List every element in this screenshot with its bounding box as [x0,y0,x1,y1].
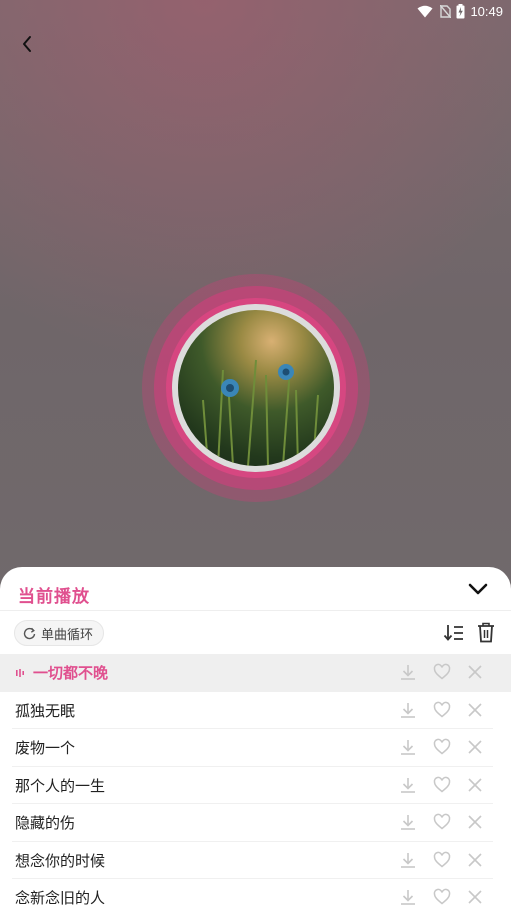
playlist-row[interactable]: 一切都不晚 [0,654,511,692]
no-sim-icon [440,5,451,18]
trash-icon[interactable] [476,622,496,643]
download-icon[interactable] [399,851,417,869]
heart-icon[interactable] [433,813,451,831]
close-icon[interactable] [466,813,484,831]
close-icon[interactable] [466,851,484,869]
download-icon[interactable] [399,888,417,906]
status-bar: 10:49 [0,0,511,24]
playlist-toolbar: 单曲循环 [0,611,511,654]
close-icon[interactable] [466,776,484,794]
album-art [178,310,334,466]
song-title: 想念你的时候 [15,851,106,870]
playlist-row[interactable]: 那个人的一生 [0,767,503,804]
repeat-one-icon [23,627,36,639]
heart-icon[interactable] [433,776,451,794]
close-icon[interactable] [466,888,484,906]
playlist-row[interactable]: 念新念旧的人 [0,879,503,908]
heart-icon[interactable] [433,738,451,756]
sheet-title: 当前播放 [18,587,90,607]
wifi-icon [417,5,433,18]
playlist-row[interactable]: 孤独无眠 [0,692,503,729]
download-icon[interactable] [399,813,417,831]
playlist-sheet: 当前播放 单曲循环 一切都不晚 孤独无眠 废物一个 那个人的一生 隐藏的伤 想念… [0,567,511,908]
heart-icon[interactable] [433,851,451,869]
heart-icon[interactable] [433,701,451,719]
song-title: 一切都不晚 [33,664,109,683]
close-icon[interactable] [466,738,484,756]
sort-list-icon[interactable] [443,623,465,643]
play-mode-button[interactable]: 单曲循环 [14,620,105,646]
download-icon[interactable] [399,738,417,756]
album-disc[interactable] [142,274,370,502]
song-title: 那个人的一生 [15,776,106,795]
status-time: 10:49 [470,4,503,19]
close-icon[interactable] [466,701,484,719]
download-icon[interactable] [399,776,417,794]
heart-icon[interactable] [433,663,451,681]
playlist-row[interactable]: 废物一个 [0,729,503,767]
download-icon[interactable] [399,663,417,681]
battery-charging-icon [456,4,465,19]
heart-icon[interactable] [433,888,451,906]
sheet-header: 当前播放 [0,567,511,611]
download-icon[interactable] [399,701,417,719]
back-arrow-icon[interactable] [18,34,38,54]
close-icon[interactable] [466,663,484,681]
playlist-row[interactable]: 想念你的时候 [0,842,503,879]
song-title: 隐藏的伤 [15,814,76,833]
song-title: 孤独无眠 [15,701,76,720]
playlist-row[interactable]: 隐藏的伤 [0,804,503,842]
chevron-down-icon[interactable] [467,580,489,598]
song-title: 废物一个 [15,739,76,758]
play-mode-label: 单曲循环 [41,627,94,643]
playing-indicator-icon [16,669,24,677]
album-art-image [202,359,319,466]
playlist: 一切都不晚 孤独无眠 废物一个 那个人的一生 隐藏的伤 想念你的时候 念新念旧的… [0,654,511,908]
song-title: 念新念旧的人 [15,889,106,908]
